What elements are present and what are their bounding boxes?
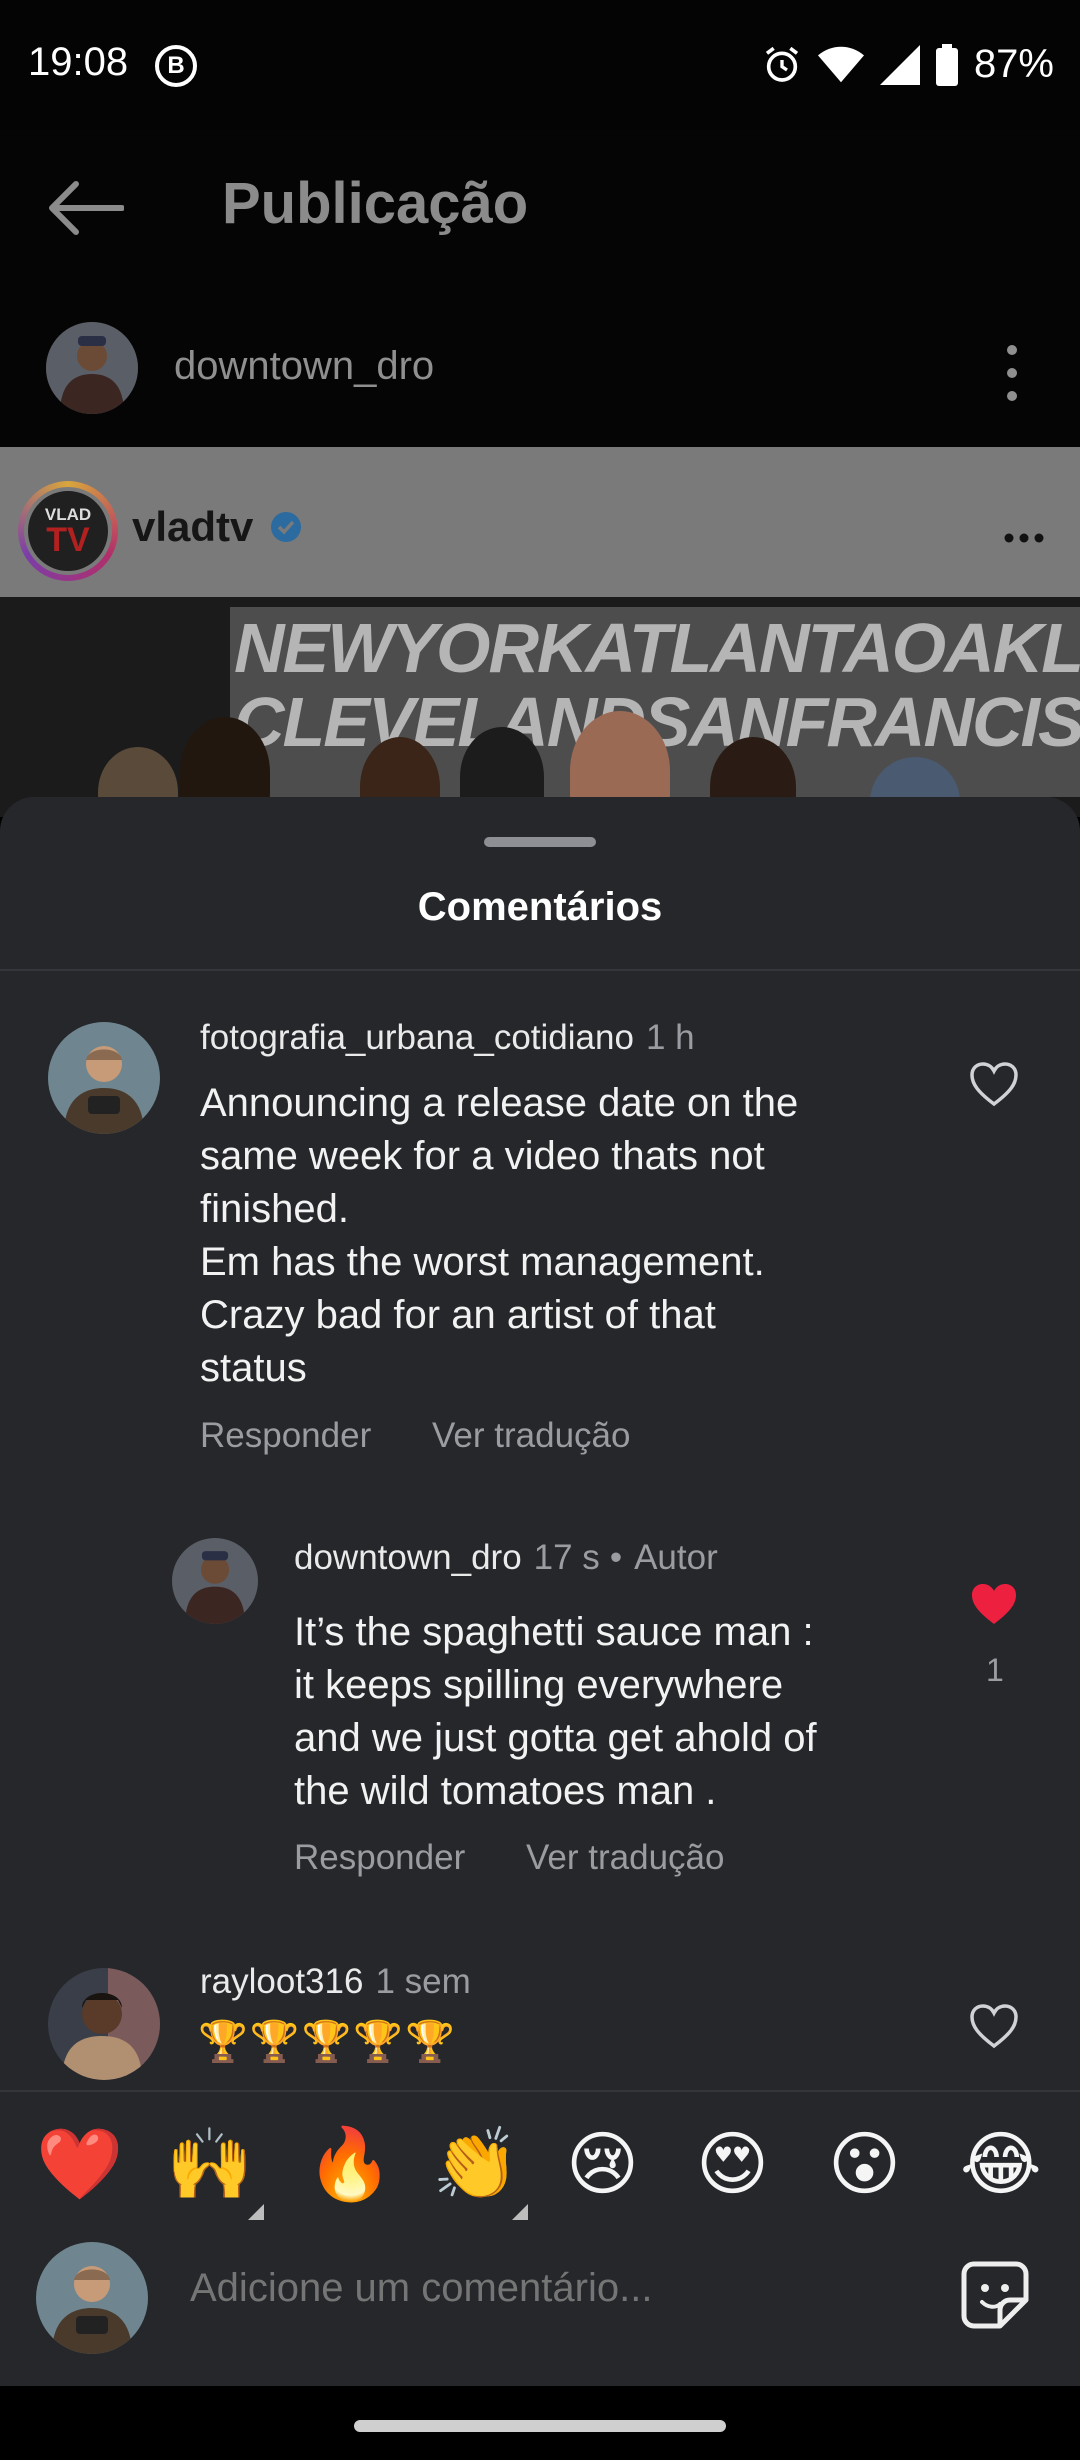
embedded-post-header[interactable]: VLAD TV vladtv bbox=[0, 447, 1080, 597]
more-options-icon[interactable] bbox=[1000, 338, 1024, 408]
comment-text: 🏆🏆🏆🏆🏆 bbox=[198, 2020, 458, 2064]
status-icons: 87% bbox=[762, 42, 1054, 87]
comment-username-line: fotografia_urbana_cotidiano 1 h bbox=[200, 1018, 695, 1058]
alarm-icon bbox=[765, 46, 799, 82]
heart-eyes-emoji-button[interactable]: 😍 bbox=[696, 2124, 769, 2204]
heart-emoji-button[interactable]: ❤️ bbox=[36, 2124, 123, 2204]
status-bar: 19:08 B 87% bbox=[0, 0, 1080, 130]
raised-hands-emoji-button[interactable]: 🙌 bbox=[166, 2124, 253, 2204]
app-notification-icon: B bbox=[155, 45, 197, 87]
signal-icon bbox=[879, 44, 920, 85]
clapping-emoji-button[interactable]: 👏 bbox=[432, 2124, 519, 2204]
see-translation-button[interactable]: Ver tradução bbox=[526, 1838, 724, 1878]
author-tag: Autor bbox=[634, 1538, 718, 1577]
comment-username[interactable]: fotografia_urbana_cotidiano bbox=[200, 1018, 634, 1057]
comment-time: 1 sem bbox=[375, 1962, 471, 2001]
author-avatar[interactable] bbox=[46, 322, 138, 414]
wifi-icon bbox=[817, 46, 864, 82]
comment-avatar[interactable] bbox=[48, 1022, 160, 1134]
like-heart-icon[interactable] bbox=[968, 2002, 1020, 2050]
reply-text: It’s the spaghetti sauce man : it keeps … bbox=[294, 1610, 817, 1813]
reply-button[interactable]: Responder bbox=[294, 1838, 465, 1878]
page-title: Publicação bbox=[222, 171, 529, 236]
composer-avatar bbox=[36, 2242, 148, 2354]
comment-username-line: rayloot316 1 sem bbox=[200, 1962, 471, 2002]
home-gesture-pill[interactable] bbox=[354, 2420, 726, 2432]
comments-title: Comentários bbox=[417, 885, 663, 929]
sheet-drag-handle[interactable] bbox=[484, 837, 596, 847]
fire-emoji-button[interactable]: 🔥 bbox=[306, 2124, 393, 2204]
comment-avatar[interactable] bbox=[48, 1968, 160, 2080]
laughing-emoji-button[interactable]: 😂 bbox=[960, 2124, 1042, 2204]
post-account-name[interactable]: vladtv bbox=[132, 503, 253, 551]
like-heart-icon[interactable] bbox=[968, 1060, 1020, 1108]
reply-button[interactable]: Responder bbox=[200, 1416, 371, 1456]
comment-username[interactable]: rayloot316 bbox=[200, 1962, 363, 2001]
reply-avatar[interactable] bbox=[172, 1538, 258, 1624]
crying-emoji-button[interactable]: 😢 bbox=[566, 2124, 639, 2204]
more-variants-indicator bbox=[512, 2204, 528, 2220]
comment-time: 1 h bbox=[645, 1018, 695, 1057]
battery-icon bbox=[935, 43, 958, 86]
status-time: 19:08 bbox=[28, 40, 129, 84]
sticker-icon[interactable] bbox=[958, 2258, 1032, 2332]
reply-username[interactable]: downtown_dro bbox=[294, 1538, 522, 1577]
post-image[interactable]: NEWYORKATLANTAOAKLAND CLEVELANDSANFRANCI… bbox=[0, 597, 1080, 817]
battery-percent: 87% bbox=[973, 42, 1054, 86]
reply-username-line: downtown_dro 17 s • Autor bbox=[294, 1538, 718, 1577]
emoji-quick-bar: ❤️ 🙌 🔥 👏 😢 😍 😮 😂 bbox=[0, 2090, 1080, 2240]
system-nav-bar bbox=[0, 2386, 1080, 2460]
post-account-avatar[interactable]: VLAD TV bbox=[18, 481, 118, 581]
back-arrow-icon[interactable] bbox=[48, 180, 124, 236]
reply-time: 17 s bbox=[533, 1538, 600, 1577]
like-count: 1 bbox=[986, 1652, 1004, 1688]
comment-input[interactable] bbox=[190, 2266, 890, 2311]
post-more-icon[interactable] bbox=[1004, 533, 1044, 543]
author-username[interactable]: downtown_dro bbox=[174, 344, 434, 389]
surprised-emoji-button[interactable]: 😮 bbox=[828, 2124, 901, 2204]
verified-badge-icon bbox=[271, 512, 301, 542]
divider bbox=[0, 969, 1080, 971]
more-variants-indicator bbox=[248, 2204, 264, 2220]
see-translation-button[interactable]: Ver tradução bbox=[432, 1416, 630, 1456]
comment-text: Announcing a release date on the same we… bbox=[200, 1081, 799, 1390]
liked-heart-icon[interactable] bbox=[968, 1580, 1020, 1628]
post-header: Publicação downtown_dro bbox=[0, 130, 1080, 450]
post-avatar-logo-bottom: TV bbox=[46, 521, 90, 559]
